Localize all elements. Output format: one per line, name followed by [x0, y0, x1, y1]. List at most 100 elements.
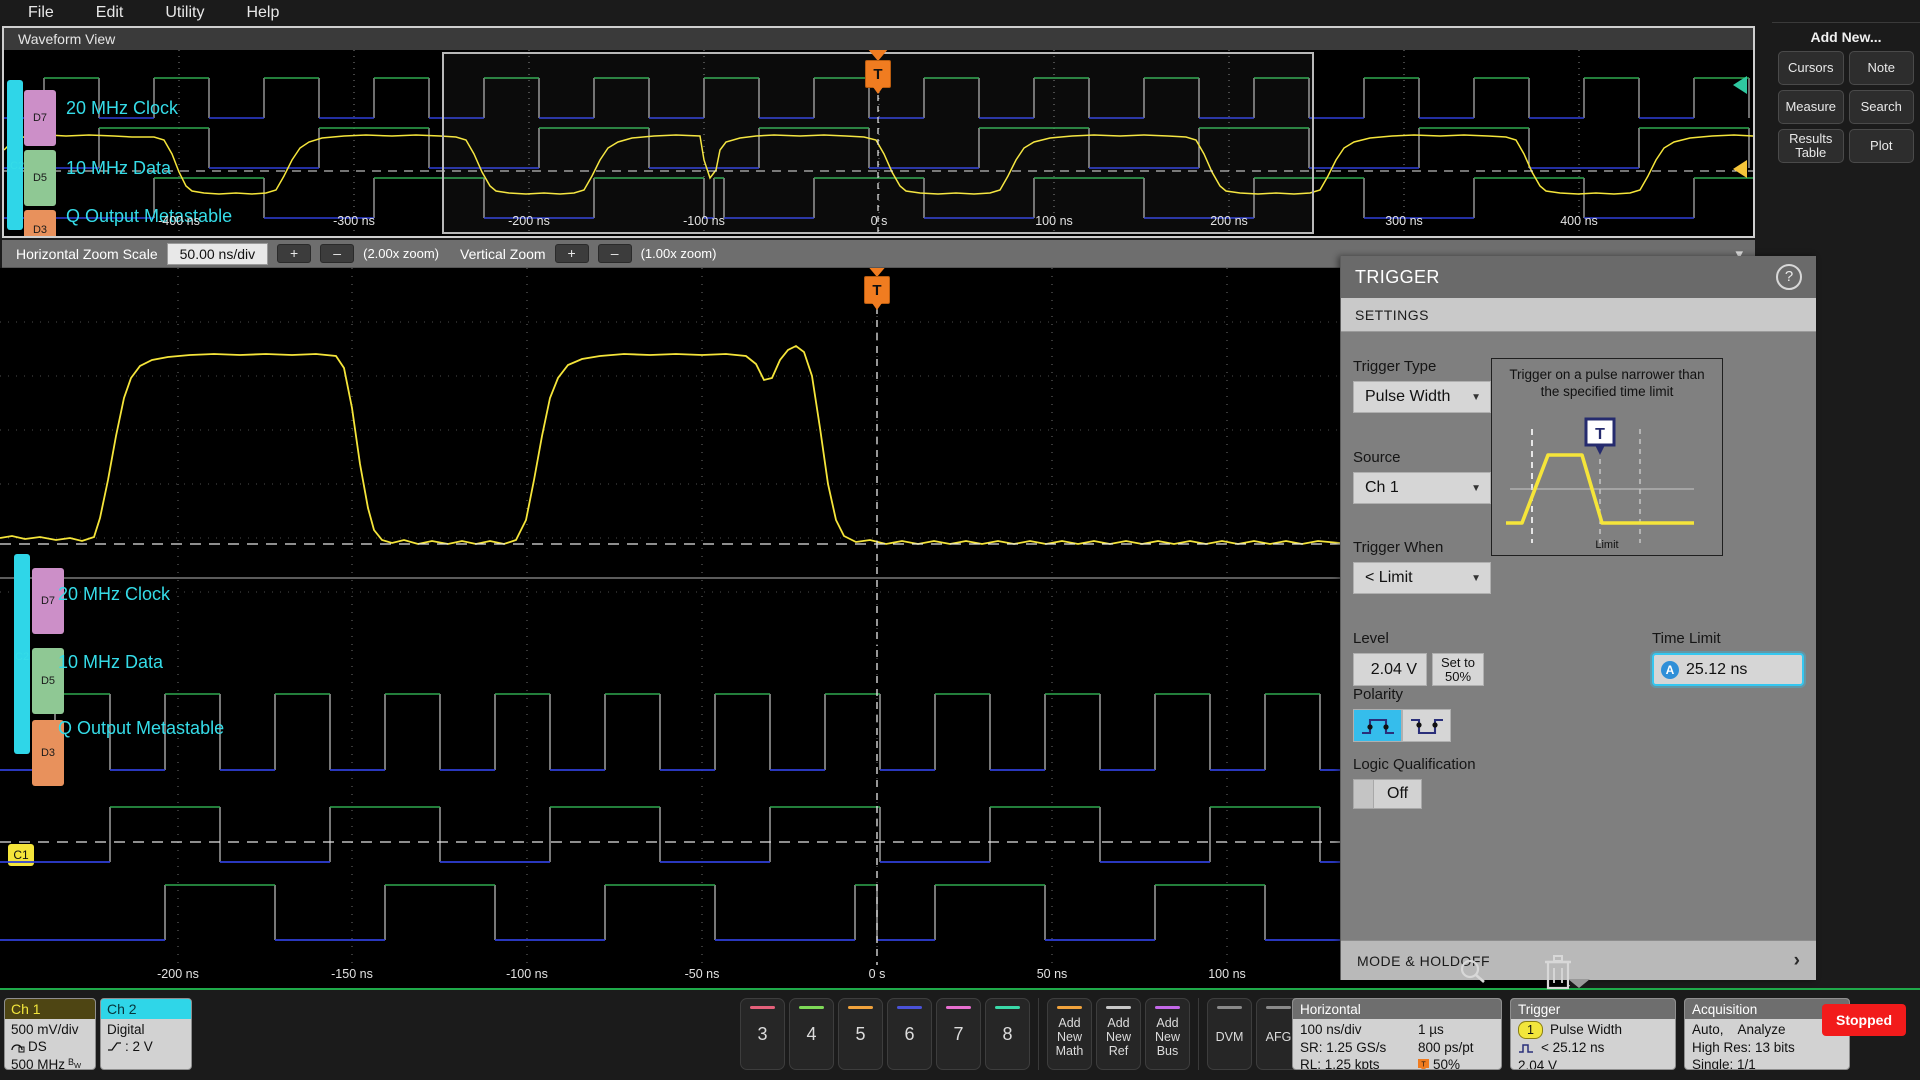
- run-stop-button[interactable]: Stopped: [1822, 1004, 1906, 1036]
- add-new-math-button[interactable]: Add New Math: [1047, 998, 1092, 1070]
- horizontal-zoom-scale-value[interactable]: 50.00 ns/div: [166, 242, 269, 265]
- trigger-illustration-caption: Trigger on a pulse narrower than the spe…: [1509, 367, 1705, 399]
- menu-item-utility[interactable]: Utility: [151, 2, 218, 24]
- menu-bar: File Edit Utility Help: [0, 0, 1920, 26]
- bottom-status-bar: Ch 1 500 mV/div DS 500 MHz BW Ch 2 Digit…: [0, 988, 1920, 1080]
- add-new-ref-button[interactable]: Add New Ref: [1096, 998, 1141, 1070]
- zoom-trace-label-d5: 10 MHz Data: [58, 652, 164, 672]
- trigger-panel-header: TRIGGER ?: [1341, 256, 1816, 298]
- button-separator-1: [1038, 998, 1039, 1070]
- zoom-trace-label-d7: 20 MHz Clock: [58, 584, 171, 604]
- button-separator-2: [1198, 998, 1199, 1070]
- channel-badge-ch1-title: Ch 1: [5, 999, 95, 1019]
- trigger-settings-tab[interactable]: SETTINGS: [1341, 298, 1816, 332]
- menu-item-edit[interactable]: Edit: [82, 2, 138, 24]
- chevron-right-icon: ›: [1793, 949, 1800, 971]
- overview-canvas[interactable]: D7 D5 D3 20 MHz Clock 10 MHz Data Q Outp…: [4, 50, 1753, 236]
- horizontal-badge[interactable]: Horizontal 100 ns/div 1 µs SR: 1.25 GS/s…: [1292, 998, 1502, 1070]
- set-to-50-line1: Set to: [1441, 654, 1475, 670]
- add-new-cursors-button[interactable]: Cursors: [1778, 51, 1844, 85]
- channel-5-label: 5: [855, 1023, 866, 1044]
- polarity-label: Polarity: [1353, 686, 1404, 703]
- zoom-waveform-view[interactable]: C1 T D7 D5 D3 20 MHz Clock 10 MHz Data Q…: [0, 268, 1340, 990]
- trigger-type-dropdown[interactable]: Pulse Width ▼: [1353, 381, 1491, 413]
- channel-button-6[interactable]: 6: [887, 998, 932, 1070]
- set-to-50-line2: 50%: [1444, 668, 1472, 684]
- horizontal-badge-title: Horizontal: [1293, 999, 1501, 1019]
- channel-badge-ch1[interactable]: Ch 1 500 mV/div DS 500 MHz BW: [4, 998, 96, 1070]
- add-new-bus-button[interactable]: Add New Bus: [1145, 998, 1190, 1070]
- overview-digital-badge-d7[interactable]: D7: [24, 90, 56, 146]
- channel-button-5[interactable]: 5: [838, 998, 883, 1070]
- vertical-zoom-label: Vertical Zoom: [460, 245, 546, 262]
- channel-6-label: 6: [904, 1023, 915, 1044]
- waveform-view-title: Waveform View: [18, 31, 116, 47]
- polarity-negative-button[interactable]: [1402, 709, 1451, 742]
- bandwidth-icon: BW: [68, 1057, 82, 1070]
- search-icon-button[interactable]: [1456, 956, 1496, 990]
- channel-6-color-bar: [897, 1006, 922, 1009]
- zoom-time-label-4: 0 s: [868, 967, 886, 981]
- vertical-zoom-plus-button[interactable]: +: [554, 244, 589, 263]
- svg-text:T: T: [1421, 1061, 1426, 1068]
- overview-time-label-1: -300 ns: [333, 214, 375, 228]
- channel-badge-ch2[interactable]: Ch 2 Digital : 2 V: [100, 998, 192, 1070]
- help-icon[interactable]: ?: [1776, 264, 1802, 290]
- overview-trace-label-d7: 20 MHz Clock: [66, 98, 179, 118]
- overview-digital-badge-d3[interactable]: D3: [24, 210, 56, 236]
- add-new-measure-button[interactable]: Measure: [1778, 90, 1844, 124]
- horizontal-zoom-minus-button[interactable]: –: [320, 244, 355, 263]
- overview-right-marker-green[interactable]: [1733, 76, 1747, 94]
- trigger-when-dropdown[interactable]: < Limit ▼: [1353, 562, 1491, 594]
- channel-button-3[interactable]: 3: [740, 998, 785, 1070]
- vertical-zoom-minus-button[interactable]: –: [597, 244, 632, 263]
- overview-time-label-2: -200 ns: [508, 214, 550, 228]
- channel-7-color-bar: [946, 1006, 971, 1009]
- add-new-search-button[interactable]: Search: [1848, 90, 1914, 124]
- set-to-50-percent-button[interactable]: Set to 50%: [1432, 653, 1484, 686]
- overview-c2-tag: C2: [10, 160, 25, 172]
- channel-button-8[interactable]: 8: [985, 998, 1030, 1070]
- zoom-time-label-2: -100 ns: [506, 967, 548, 981]
- overview-channel-handle-c2[interactable]: [7, 80, 23, 230]
- channel-4-color-bar: [799, 1006, 824, 1009]
- probe-icon: [11, 1044, 25, 1053]
- logic-qualification-toggle[interactable]: Off: [1353, 779, 1476, 809]
- channel-button-7[interactable]: 7: [936, 998, 981, 1070]
- horizontal-zoom-plus-button[interactable]: +: [277, 244, 312, 263]
- add-math-label: Add New Math: [1055, 1016, 1084, 1058]
- source-dropdown[interactable]: Ch 1 ▼: [1353, 472, 1491, 504]
- chevron-down-icon: ▼: [1471, 482, 1481, 494]
- trigger-illustration: Trigger on a pulse narrower than the spe…: [1491, 358, 1723, 556]
- channel-button-4[interactable]: 4: [789, 998, 834, 1070]
- polarity-positive-button[interactable]: [1353, 709, 1402, 742]
- channel-5-color-bar: [848, 1006, 873, 1009]
- add-new-results-table-button[interactable]: Results Table: [1778, 129, 1844, 163]
- pulse-width-icon: [1519, 1043, 1533, 1053]
- dvm-button[interactable]: DVM: [1207, 998, 1252, 1070]
- time-limit-input[interactable]: A 25.12 ns: [1652, 653, 1804, 686]
- negative-pulse-icon: [1410, 718, 1443, 734]
- menu-item-help[interactable]: Help: [232, 2, 293, 24]
- overview-trigger-marker[interactable]: T: [865, 60, 891, 88]
- trigger-badge[interactable]: Trigger 1 Pulse Width < 25.12 ns 2.04 V: [1510, 998, 1676, 1070]
- overview-time-label-7: 300 ns: [1385, 214, 1423, 228]
- trigger-level-input[interactable]: 2.04 V: [1353, 653, 1427, 686]
- menu-item-file[interactable]: File: [14, 2, 68, 24]
- add-bus-color-bar: [1155, 1006, 1180, 1009]
- overview-right-marker-yellow[interactable]: [1733, 160, 1747, 178]
- threshold-icon: [108, 1042, 121, 1052]
- level-label: Level: [1353, 630, 1389, 647]
- time-limit-value: 25.12 ns: [1686, 660, 1748, 678]
- zoom-trigger-marker[interactable]: T: [864, 276, 890, 304]
- channel-number-buttons: 3 4 5 6 7 8 Add New Math Add New Ref Add…: [740, 998, 1301, 1070]
- add-new-note-button[interactable]: Note: [1848, 51, 1914, 85]
- overview-time-label-6: 200 ns: [1210, 214, 1248, 228]
- horizontal-span: 1 µs: [1418, 1022, 1444, 1037]
- zoom-time-label-3: -50 ns: [684, 967, 720, 981]
- trash-icon-button[interactable]: [1540, 952, 1580, 994]
- positive-pulse-icon: [1361, 718, 1394, 734]
- overview-digital-badge-d5[interactable]: D5: [24, 150, 56, 206]
- add-new-plot-button[interactable]: Plot: [1848, 129, 1914, 163]
- add-ref-color-bar: [1106, 1006, 1131, 1009]
